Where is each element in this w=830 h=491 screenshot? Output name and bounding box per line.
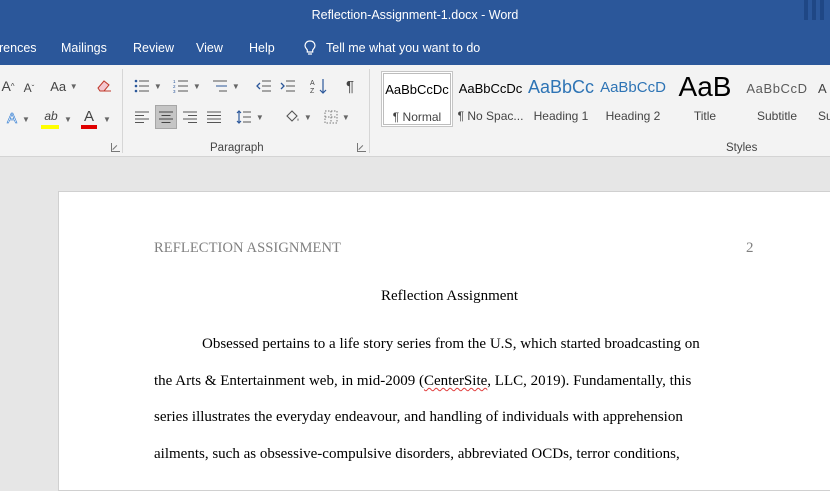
numbering-icon: 123 (173, 79, 189, 93)
paragraph-line: Obsessed pertains to a life story series… (202, 336, 700, 352)
spelling-error[interactable]: CenterSite (424, 373, 487, 389)
tab-references[interactable]: rences (0, 41, 37, 55)
justify-icon (207, 111, 221, 123)
paragraph-line: ailments, such as obsessive-compulsive d… (154, 446, 680, 462)
paragraph-line: the Arts & Entertainment web, in mid-200… (154, 373, 692, 389)
multilevel-list-button[interactable]: ▼ (210, 75, 242, 97)
align-right-button[interactable] (180, 106, 200, 128)
font-dialog-launcher-icon[interactable] (111, 143, 120, 152)
font-color-dropdown-icon[interactable]: ▼ (103, 115, 111, 124)
align-left-icon (135, 111, 149, 123)
line-spacing-button[interactable]: ▼ (234, 106, 266, 128)
document-page[interactable]: REFLECTION ASSIGNMENT 2 Reflection Assig… (58, 191, 830, 491)
page-number: 2 (746, 240, 754, 256)
tell-me-text: Tell me what you want to do (326, 41, 481, 55)
running-header: REFLECTION ASSIGNMENT (154, 240, 341, 256)
style-heading-2[interactable]: AaBbCcD Heading 2 (600, 71, 666, 127)
ribbon: A ^ Aˇ Aa ▼ A ▼ ab ▼ A ▼ ▼ 1 2 3 ▼ ▼ A Z… (0, 65, 830, 157)
borders-icon (324, 110, 338, 124)
paragraph-dialog-launcher-icon[interactable] (357, 143, 366, 152)
shrink-font-button[interactable]: Aˇ (20, 77, 38, 99)
svg-text:Z: Z (310, 88, 315, 94)
text-effects-button[interactable]: A (2, 107, 22, 129)
tab-review[interactable]: Review (133, 41, 174, 55)
show-formatting-marks-button[interactable]: ¶ (340, 75, 360, 97)
decrease-indent-icon (256, 80, 271, 92)
sort-icon: AZ (310, 79, 327, 94)
decrease-indent-button[interactable] (254, 75, 274, 97)
change-case-button[interactable]: Aa ▼ (46, 75, 82, 97)
text-effects-dropdown-icon[interactable]: ▼ (22, 115, 30, 124)
grow-font-button[interactable]: A ^ (0, 75, 16, 97)
font-color-button[interactable]: A (80, 105, 98, 127)
paragraph-line: series illustrates the everyday endeavou… (154, 409, 683, 425)
align-center-icon (159, 111, 173, 123)
document-title: Reflection Assignment (381, 288, 519, 304)
style-no-spacing[interactable]: AaBbCcDc ¶ No Spac... (455, 71, 526, 127)
svg-text:3: 3 (173, 89, 176, 93)
lightbulb-icon (304, 40, 316, 55)
tab-help[interactable]: Help (249, 41, 275, 55)
sort-button[interactable]: AZ (308, 75, 330, 97)
style-subtitle[interactable]: AaBbCcD Subtitle (744, 71, 810, 127)
styles-group-label: Styles (726, 142, 758, 154)
align-left-button[interactable] (132, 106, 152, 128)
clear-formatting-button[interactable] (94, 75, 114, 97)
bullets-button[interactable]: ▼ (132, 75, 164, 97)
style-title[interactable]: AaB Title (672, 71, 738, 127)
align-right-icon (183, 111, 197, 123)
style-normal[interactable]: AaBbCcDc ¶ Normal (381, 71, 453, 127)
svg-text:A: A (310, 80, 315, 87)
align-center-button[interactable] (155, 105, 177, 129)
line-spacing-icon (236, 110, 252, 124)
borders-button[interactable]: ▼ (320, 106, 354, 128)
highlight-dropdown-icon[interactable]: ▼ (64, 115, 72, 124)
paint-bucket-icon (286, 110, 299, 122)
group-divider (369, 69, 370, 153)
style-heading-1[interactable]: AaBbCc Heading 1 (528, 71, 594, 127)
document-canvas[interactable]: REFLECTION ASSIGNMENT 2 Reflection Assig… (0, 157, 830, 491)
ribbon-tabs: rences Mailings Review View Help Tell me… (0, 32, 830, 65)
multilevel-list-icon (213, 80, 228, 92)
shading-button[interactable]: ▼ (281, 106, 315, 128)
title-bar: Reflection-Assignment-1.docx - Word (0, 0, 830, 32)
bullets-icon (134, 79, 150, 93)
tell-me-search[interactable]: Tell me what you want to do (304, 40, 480, 56)
highlight-button[interactable]: ab (40, 105, 62, 127)
justify-button[interactable] (204, 106, 224, 128)
increase-indent-icon (280, 80, 295, 92)
highlight-color-swatch (41, 125, 59, 129)
font-color-swatch (81, 125, 97, 129)
increase-indent-button[interactable] (278, 75, 298, 97)
style-subtle-emphasis[interactable]: A Su (814, 71, 830, 127)
tab-view[interactable]: View (196, 41, 223, 55)
tab-mailings[interactable]: Mailings (61, 41, 107, 55)
group-divider (122, 69, 123, 153)
numbering-button[interactable]: 123 ▼ (170, 75, 204, 97)
window-title: Reflection-Assignment-1.docx - Word (311, 8, 519, 22)
ribbon-display-options-icon[interactable] (802, 0, 830, 32)
eraser-icon (97, 80, 111, 92)
paragraph-group-label: Paragraph (210, 142, 264, 154)
